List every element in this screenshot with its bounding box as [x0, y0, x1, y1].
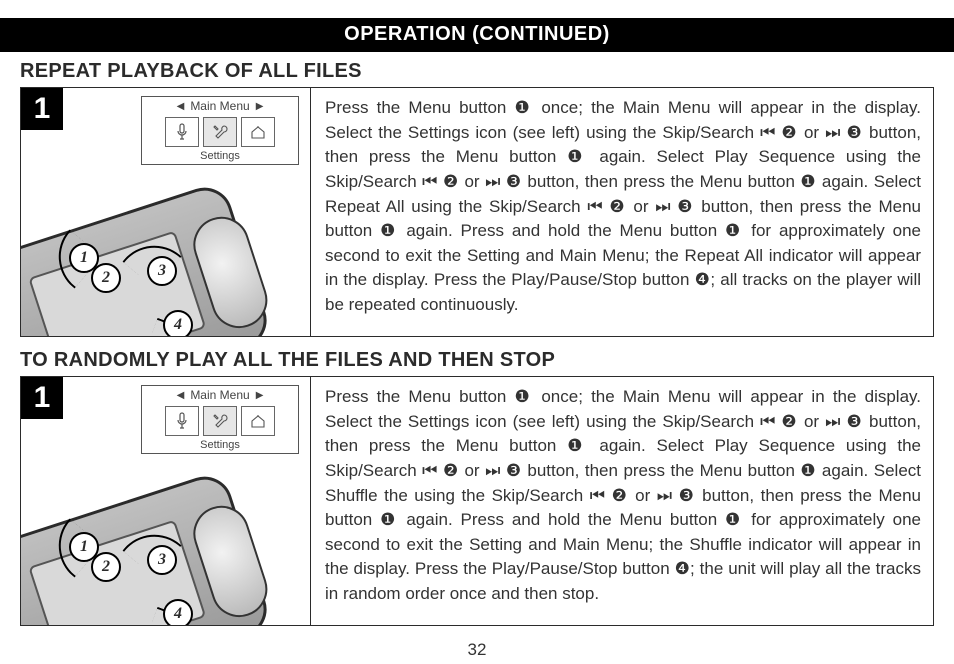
triangle-right-icon: ▶ — [256, 101, 264, 112]
step-illustration-1: 1 ◀ Main Menu ▶ — [21, 88, 311, 336]
main-menu-label: Main Menu — [190, 99, 249, 113]
manual-page: OPERATION (CONTINUED) REPEAT PLAYBACK OF… — [0, 0, 954, 664]
section-title-random: TO RANDOMLY PLAY ALL THE FILES AND THEN … — [20, 349, 934, 372]
microphone-icon — [165, 117, 199, 147]
house-icon — [241, 406, 275, 436]
page-number: 32 — [0, 640, 954, 660]
step-box-2: 1 ◀ Main Menu ▶ — [20, 376, 934, 626]
callout-3: 3 — [147, 545, 177, 575]
step-box-1: 1 ◀ Main Menu ▶ — [20, 87, 934, 337]
microphone-icon — [165, 406, 199, 436]
callout-3: 3 — [147, 256, 177, 286]
menu-icon-row — [146, 117, 294, 147]
settings-tools-icon — [203, 406, 237, 436]
section-title-repeat: REPEAT PLAYBACK OF ALL FILES — [20, 60, 934, 83]
menu-icon-row — [146, 406, 294, 436]
menu-sublabel: Settings — [146, 149, 294, 162]
callout-2: 2 — [91, 263, 121, 293]
triangle-left-icon: ◀ — [177, 101, 185, 112]
main-menu-panel: ◀ Main Menu ▶ Settings — [141, 96, 299, 165]
step-instructions-1: Press the Menu button ❶ once; the Main M… — [311, 88, 933, 336]
callout-2: 2 — [91, 552, 121, 582]
page-header: OPERATION (CONTINUED) — [0, 18, 954, 52]
step-illustration-2: 1 ◀ Main Menu ▶ — [21, 377, 311, 625]
step-instructions-2: Press the Menu button ❶ once; the Main M… — [311, 377, 933, 625]
settings-tools-icon — [203, 117, 237, 147]
main-menu-panel: ◀ Main Menu ▶ Settings — [141, 385, 299, 454]
main-menu-label: Main Menu — [190, 388, 249, 402]
callout-4: 4 — [163, 310, 193, 336]
menu-sublabel: Settings — [146, 438, 294, 451]
callout-4: 4 — [163, 599, 193, 625]
triangle-right-icon: ▶ — [256, 390, 264, 401]
main-menu-title: ◀ Main Menu ▶ — [146, 388, 294, 404]
step-number-badge: 1 — [21, 88, 63, 130]
house-icon — [241, 117, 275, 147]
step-number-badge: 1 — [21, 377, 63, 419]
triangle-left-icon: ◀ — [177, 390, 185, 401]
main-menu-title: ◀ Main Menu ▶ — [146, 99, 294, 115]
